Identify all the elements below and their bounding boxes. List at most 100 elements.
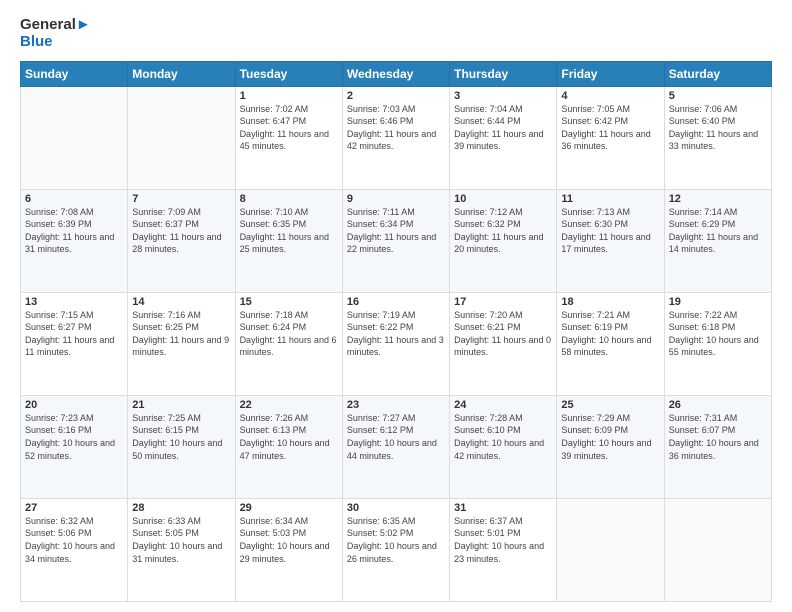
week-row-4: 20Sunrise: 7:23 AMSunset: 6:16 PMDayligh… (21, 395, 772, 498)
day-number: 24 (454, 399, 552, 411)
day-cell: 11Sunrise: 7:13 AMSunset: 6:30 PMDayligh… (557, 189, 664, 292)
calendar-page: General► Blue SundayMondayTuesdayWednesd… (0, 0, 792, 612)
day-number: 19 (669, 296, 767, 308)
day-number: 12 (669, 193, 767, 205)
day-cell: 26Sunrise: 7:31 AMSunset: 6:07 PMDayligh… (664, 395, 771, 498)
day-cell: 9Sunrise: 7:11 AMSunset: 6:34 PMDaylight… (342, 189, 449, 292)
day-detail: Sunrise: 7:27 AMSunset: 6:12 PMDaylight:… (347, 412, 445, 462)
day-detail: Sunrise: 7:06 AMSunset: 6:40 PMDaylight:… (669, 103, 767, 153)
day-number: 9 (347, 193, 445, 205)
day-detail: Sunrise: 7:12 AMSunset: 6:32 PMDaylight:… (454, 206, 552, 256)
day-number: 16 (347, 296, 445, 308)
day-detail: Sunrise: 7:26 AMSunset: 6:13 PMDaylight:… (240, 412, 338, 462)
day-cell: 31Sunrise: 6:37 AMSunset: 5:01 PMDayligh… (450, 498, 557, 601)
day-detail: Sunrise: 7:29 AMSunset: 6:09 PMDaylight:… (561, 412, 659, 462)
day-cell: 15Sunrise: 7:18 AMSunset: 6:24 PMDayligh… (235, 292, 342, 395)
day-detail: Sunrise: 7:28 AMSunset: 6:10 PMDaylight:… (454, 412, 552, 462)
day-cell: 13Sunrise: 7:15 AMSunset: 6:27 PMDayligh… (21, 292, 128, 395)
day-detail: Sunrise: 7:10 AMSunset: 6:35 PMDaylight:… (240, 206, 338, 256)
day-cell: 25Sunrise: 7:29 AMSunset: 6:09 PMDayligh… (557, 395, 664, 498)
day-number: 11 (561, 193, 659, 205)
weekday-monday: Monday (128, 61, 235, 86)
day-number: 17 (454, 296, 552, 308)
day-detail: Sunrise: 7:18 AMSunset: 6:24 PMDaylight:… (240, 309, 338, 359)
day-cell: 24Sunrise: 7:28 AMSunset: 6:10 PMDayligh… (450, 395, 557, 498)
day-number: 21 (132, 399, 230, 411)
day-cell: 8Sunrise: 7:10 AMSunset: 6:35 PMDaylight… (235, 189, 342, 292)
day-number: 20 (25, 399, 123, 411)
day-number: 22 (240, 399, 338, 411)
weekday-thursday: Thursday (450, 61, 557, 86)
day-number: 26 (669, 399, 767, 411)
day-cell: 6Sunrise: 7:08 AMSunset: 6:39 PMDaylight… (21, 189, 128, 292)
day-number: 15 (240, 296, 338, 308)
day-cell: 7Sunrise: 7:09 AMSunset: 6:37 PMDaylight… (128, 189, 235, 292)
day-cell: 22Sunrise: 7:26 AMSunset: 6:13 PMDayligh… (235, 395, 342, 498)
day-cell: 1Sunrise: 7:02 AMSunset: 6:47 PMDaylight… (235, 86, 342, 189)
weekday-wednesday: Wednesday (342, 61, 449, 86)
day-detail: Sunrise: 6:34 AMSunset: 5:03 PMDaylight:… (240, 515, 338, 565)
weekday-header-row: SundayMondayTuesdayWednesdayThursdayFrid… (21, 61, 772, 86)
day-number: 4 (561, 90, 659, 102)
calendar-table: SundayMondayTuesdayWednesdayThursdayFrid… (20, 61, 772, 603)
day-number: 5 (669, 90, 767, 102)
logo-line2: Blue (20, 33, 91, 50)
day-detail: Sunrise: 7:15 AMSunset: 6:27 PMDaylight:… (25, 309, 123, 359)
day-detail: Sunrise: 6:37 AMSunset: 5:01 PMDaylight:… (454, 515, 552, 565)
week-row-1: 1Sunrise: 7:02 AMSunset: 6:47 PMDaylight… (21, 86, 772, 189)
day-number: 29 (240, 502, 338, 514)
day-detail: Sunrise: 7:13 AMSunset: 6:30 PMDaylight:… (561, 206, 659, 256)
day-number: 23 (347, 399, 445, 411)
day-detail: Sunrise: 7:02 AMSunset: 6:47 PMDaylight:… (240, 103, 338, 153)
day-number: 10 (454, 193, 552, 205)
day-detail: Sunrise: 7:04 AMSunset: 6:44 PMDaylight:… (454, 103, 552, 153)
day-cell: 10Sunrise: 7:12 AMSunset: 6:32 PMDayligh… (450, 189, 557, 292)
day-number: 2 (347, 90, 445, 102)
day-cell: 30Sunrise: 6:35 AMSunset: 5:02 PMDayligh… (342, 498, 449, 601)
logo-line1: General► (20, 16, 91, 33)
day-detail: Sunrise: 7:03 AMSunset: 6:46 PMDaylight:… (347, 103, 445, 153)
day-detail: Sunrise: 6:35 AMSunset: 5:02 PMDaylight:… (347, 515, 445, 565)
day-number: 31 (454, 502, 552, 514)
day-detail: Sunrise: 7:22 AMSunset: 6:18 PMDaylight:… (669, 309, 767, 359)
day-cell: 17Sunrise: 7:20 AMSunset: 6:21 PMDayligh… (450, 292, 557, 395)
day-cell: 27Sunrise: 6:32 AMSunset: 5:06 PMDayligh… (21, 498, 128, 601)
day-number: 14 (132, 296, 230, 308)
day-cell: 14Sunrise: 7:16 AMSunset: 6:25 PMDayligh… (128, 292, 235, 395)
day-cell: 21Sunrise: 7:25 AMSunset: 6:15 PMDayligh… (128, 395, 235, 498)
day-detail: Sunrise: 7:14 AMSunset: 6:29 PMDaylight:… (669, 206, 767, 256)
day-detail: Sunrise: 7:16 AMSunset: 6:25 PMDaylight:… (132, 309, 230, 359)
day-number: 18 (561, 296, 659, 308)
week-row-2: 6Sunrise: 7:08 AMSunset: 6:39 PMDaylight… (21, 189, 772, 292)
day-cell (128, 86, 235, 189)
day-number: 27 (25, 502, 123, 514)
day-cell (21, 86, 128, 189)
day-detail: Sunrise: 6:33 AMSunset: 5:05 PMDaylight:… (132, 515, 230, 565)
weekday-friday: Friday (557, 61, 664, 86)
week-row-3: 13Sunrise: 7:15 AMSunset: 6:27 PMDayligh… (21, 292, 772, 395)
day-cell: 28Sunrise: 6:33 AMSunset: 5:05 PMDayligh… (128, 498, 235, 601)
day-detail: Sunrise: 7:19 AMSunset: 6:22 PMDaylight:… (347, 309, 445, 359)
day-detail: Sunrise: 7:20 AMSunset: 6:21 PMDaylight:… (454, 309, 552, 359)
weekday-tuesday: Tuesday (235, 61, 342, 86)
day-number: 6 (25, 193, 123, 205)
day-cell: 4Sunrise: 7:05 AMSunset: 6:42 PMDaylight… (557, 86, 664, 189)
day-detail: Sunrise: 7:31 AMSunset: 6:07 PMDaylight:… (669, 412, 767, 462)
day-cell (664, 498, 771, 601)
day-cell: 18Sunrise: 7:21 AMSunset: 6:19 PMDayligh… (557, 292, 664, 395)
day-cell: 16Sunrise: 7:19 AMSunset: 6:22 PMDayligh… (342, 292, 449, 395)
day-cell: 19Sunrise: 7:22 AMSunset: 6:18 PMDayligh… (664, 292, 771, 395)
day-number: 3 (454, 90, 552, 102)
day-detail: Sunrise: 7:25 AMSunset: 6:15 PMDaylight:… (132, 412, 230, 462)
day-number: 25 (561, 399, 659, 411)
day-detail: Sunrise: 7:23 AMSunset: 6:16 PMDaylight:… (25, 412, 123, 462)
day-cell (557, 498, 664, 601)
day-detail: Sunrise: 7:09 AMSunset: 6:37 PMDaylight:… (132, 206, 230, 256)
day-cell: 5Sunrise: 7:06 AMSunset: 6:40 PMDaylight… (664, 86, 771, 189)
day-cell: 3Sunrise: 7:04 AMSunset: 6:44 PMDaylight… (450, 86, 557, 189)
day-number: 30 (347, 502, 445, 514)
day-number: 1 (240, 90, 338, 102)
day-number: 8 (240, 193, 338, 205)
day-cell: 23Sunrise: 7:27 AMSunset: 6:12 PMDayligh… (342, 395, 449, 498)
day-number: 7 (132, 193, 230, 205)
